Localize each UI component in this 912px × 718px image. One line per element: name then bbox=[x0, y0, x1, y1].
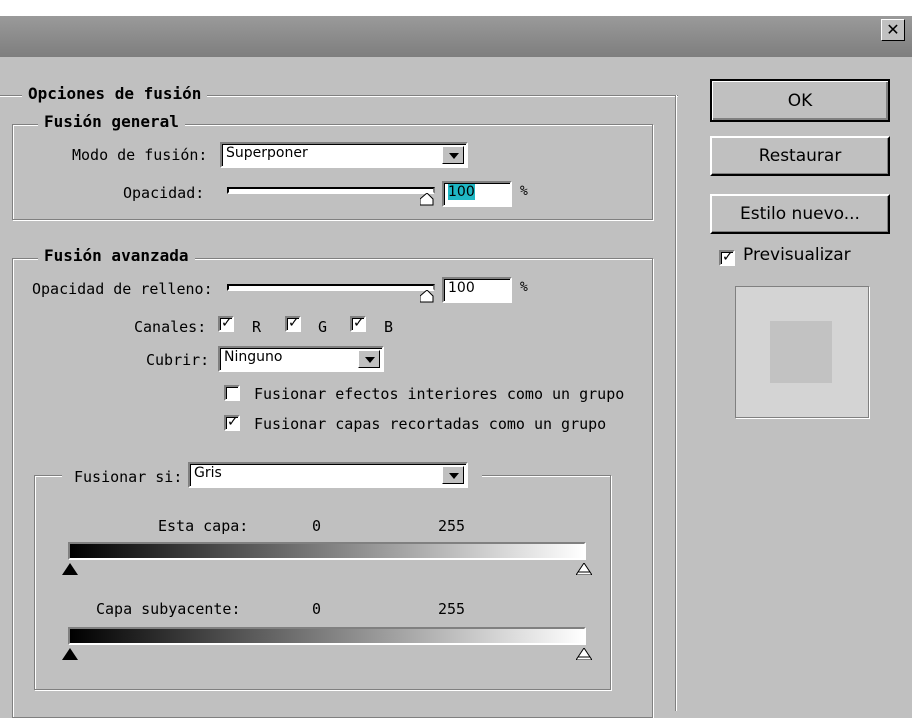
fill-opacity-input[interactable]: 100 bbox=[442, 277, 512, 303]
preview-label[interactable]: Previsualizar bbox=[743, 245, 851, 265]
underlying-white-slider[interactable] bbox=[576, 648, 592, 660]
channels-label: Canales: bbox=[134, 318, 207, 336]
channel-r-label: R bbox=[252, 318, 262, 336]
options-right-rule bbox=[675, 95, 676, 711]
fill-opacity-slider-thumb[interactable] bbox=[420, 290, 434, 303]
knockout-label: Cubrir: bbox=[146, 351, 210, 369]
channel-b-checkbox[interactable]: ✓ bbox=[350, 315, 366, 332]
underlying-black-slider[interactable] bbox=[62, 648, 78, 660]
blend-interior-label[interactable]: Fusionar efectos interiores como un grup… bbox=[254, 385, 624, 403]
blend-mode-label: Modo de fusión: bbox=[72, 146, 208, 164]
chevron-down-icon[interactable] bbox=[442, 466, 464, 484]
this-layer-min: 0 bbox=[312, 517, 322, 535]
underlying-gradient bbox=[68, 627, 586, 645]
style-preview-swatch bbox=[735, 286, 869, 418]
underlying-max: 255 bbox=[438, 600, 466, 618]
new-style-button[interactable]: Estilo nuevo... bbox=[710, 194, 890, 234]
blend-if-label: Fusionar si: bbox=[74, 468, 183, 486]
channel-b-label: B bbox=[384, 318, 394, 336]
blending-options-title: Opciones de fusión bbox=[22, 84, 208, 103]
this-layer-gradient bbox=[68, 542, 586, 560]
fill-opacity-value: 100 bbox=[448, 280, 475, 296]
opacity-input[interactable]: 100 bbox=[442, 181, 512, 207]
opacity-slider-thumb[interactable] bbox=[420, 193, 434, 206]
underlying-min: 0 bbox=[312, 600, 322, 618]
fill-opacity-slider-track[interactable] bbox=[227, 284, 435, 291]
advanced-blending-title: Fusión avanzada bbox=[38, 246, 195, 265]
fill-opacity-label: Opacidad de relleno: bbox=[32, 280, 213, 298]
style-preview-inner bbox=[770, 321, 832, 383]
this-layer-label: Esta capa: bbox=[158, 517, 249, 535]
general-blending-group bbox=[12, 124, 653, 220]
title-bar-fill bbox=[0, 16, 912, 57]
knockout-select[interactable]: Ninguno bbox=[218, 346, 384, 372]
blend-if-group bbox=[34, 475, 611, 690]
opacity-slider-track[interactable] bbox=[227, 187, 435, 194]
channel-g-label: G bbox=[318, 318, 328, 336]
this-layer-max: 255 bbox=[438, 517, 466, 535]
this-layer-white-slider[interactable] bbox=[576, 563, 592, 575]
fill-opacity-percent: % bbox=[520, 280, 528, 295]
opacity-value: 100 bbox=[448, 184, 475, 200]
chevron-down-icon[interactable] bbox=[442, 146, 464, 164]
title-bar bbox=[0, 0, 912, 57]
underlying-label: Capa subyacente: bbox=[96, 600, 241, 618]
blend-clipped-checkbox[interactable]: ✓ bbox=[224, 414, 240, 431]
knockout-value: Ninguno bbox=[224, 349, 283, 365]
close-icon[interactable]: ✕ bbox=[881, 19, 905, 41]
reset-button[interactable]: Restaurar bbox=[710, 136, 890, 176]
blend-clipped-label[interactable]: Fusionar capas recortadas como un grupo bbox=[254, 415, 606, 433]
ok-button[interactable]: OK bbox=[710, 79, 890, 122]
blend-if-value: Gris bbox=[194, 465, 222, 481]
chevron-down-icon[interactable] bbox=[358, 350, 380, 368]
channel-g-checkbox[interactable]: ✓ bbox=[285, 315, 301, 332]
opacity-percent: % bbox=[520, 184, 528, 199]
blend-if-select[interactable]: Gris bbox=[188, 462, 468, 488]
blend-mode-value: Superponer bbox=[226, 145, 308, 161]
preview-checkbox[interactable]: ✓ bbox=[719, 249, 735, 266]
this-layer-black-slider[interactable] bbox=[62, 563, 78, 575]
general-blending-title: Fusión general bbox=[38, 112, 185, 131]
opacity-label: Opacidad: bbox=[123, 184, 205, 202]
blend-mode-select[interactable]: Superponer bbox=[220, 142, 468, 168]
channel-r-checkbox[interactable]: ✓ bbox=[218, 315, 234, 332]
blend-interior-checkbox[interactable] bbox=[224, 385, 240, 401]
